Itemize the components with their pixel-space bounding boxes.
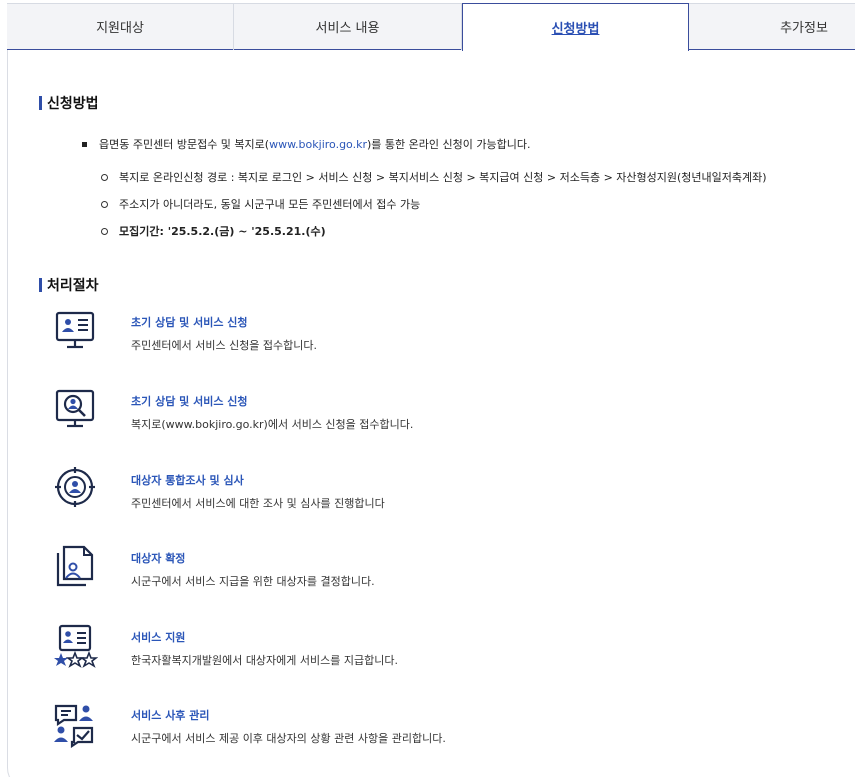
document-user-icon — [56, 545, 94, 587]
apply-sub-text: 주소지가 아니더라도, 동일 시군구내 모든 주민센터에서 접수 가능 — [119, 198, 421, 211]
process-step: 서비스 지원 한국자활복지개발원에서 대상자에게 서비스를 지급합니다. — [52, 624, 752, 674]
step-description: 시군구에서 서비스 지급을 위한 대상자를 결정합니다. — [131, 575, 375, 588]
section-title-text: 신청방법 — [47, 96, 99, 112]
step-description: 주민센터에서 서비스에 대한 조사 및 심사를 진행합니다 — [131, 497, 385, 510]
apply-sub-item: 복지로 온라인신청 경로 : 복지로 로그인 > 서비스 신청 > 복지서비스 … — [101, 169, 767, 185]
section-title-process: 처리절차 — [39, 275, 99, 295]
profile-rating-icon — [54, 624, 98, 668]
apply-main-text-before: 읍면동 주민센터 방문접수 및 복지로( — [99, 138, 270, 151]
process-step: 대상자 확정 시군구에서 서비스 지급을 위한 대상자를 결정합니다. — [52, 545, 752, 595]
step-title: 서비스 사후 관리 — [131, 709, 210, 722]
circle-bullet-icon — [101, 227, 108, 235]
tab-eligibility[interactable]: 지원대상 — [7, 3, 234, 50]
section-title-text: 처리절차 — [47, 278, 99, 294]
step-description: 주민센터에서 서비스 신청을 접수합니다. — [131, 339, 318, 352]
recruitment-period-text: 모집기간: '25.5.2.(금) ~ '25.5.21.(수) — [119, 225, 326, 238]
section-marker — [39, 96, 42, 110]
monitor-profile-icon — [55, 311, 95, 349]
section-title-apply: 신청방법 — [39, 93, 99, 113]
followup-manage-icon — [54, 704, 94, 748]
step-title: 대상자 확정 — [131, 552, 186, 565]
step-description: 복지로(www.bokjiro.go.kr)에서 서비스 신청을 접수합니다. — [131, 418, 414, 431]
target-user-icon — [55, 467, 95, 507]
step-title: 대상자 통합조사 및 심사 — [131, 474, 244, 487]
step-description: 한국자활복지개발원에서 대상자에게 서비스를 지급합니다. — [131, 654, 398, 667]
step-title: 초기 상담 및 서비스 신청 — [131, 316, 248, 329]
bokjiro-link[interactable]: www.bokjiro.go.kr — [269, 138, 367, 151]
process-step: 초기 상담 및 서비스 신청 주민센터에서 서비스 신청을 접수합니다. — [52, 309, 752, 359]
tab-service-content[interactable]: 서비스 내용 — [234, 3, 462, 50]
tab-how-to-apply[interactable]: 신청방법 — [462, 3, 689, 51]
tab-additional-info[interactable]: 추가정보 — [689, 3, 855, 50]
circle-bullet-icon — [101, 173, 108, 181]
monitor-search-user-icon — [55, 389, 95, 428]
square-bullet-icon — [82, 141, 87, 147]
apply-main-text-after: )를 통한 온라인 신청이 가능합니다. — [366, 138, 531, 151]
apply-sub-text: 복지로 온라인신청 경로 : 복지로 로그인 > 서비스 신청 > 복지서비스 … — [119, 171, 767, 184]
step-title: 서비스 지원 — [131, 631, 186, 644]
process-step: 서비스 사후 관리 시군구에서 서비스 제공 이후 대상자의 상황 관련 사항을… — [52, 702, 752, 752]
tab-bar: 지원대상 서비스 내용 신청방법 추가정보 — [7, 0, 855, 51]
step-description: 시군구에서 서비스 제공 이후 대상자의 상황 관련 사항을 관리합니다. — [131, 732, 446, 745]
apply-sub-item: 주소지가 아니더라도, 동일 시군구내 모든 주민센터에서 접수 가능 — [101, 196, 420, 212]
section-marker — [39, 278, 42, 292]
circle-bullet-icon — [101, 200, 108, 208]
step-title: 초기 상담 및 서비스 신청 — [131, 395, 248, 408]
apply-sub-item-period: 모집기간: '25.5.2.(금) ~ '25.5.21.(수) — [101, 223, 326, 239]
process-step: 초기 상담 및 서비스 신청 복지로(www.bokjiro.go.kr)에서 … — [52, 388, 752, 438]
process-step: 대상자 통합조사 및 심사 주민센터에서 서비스에 대한 조사 및 심사를 진행… — [52, 467, 752, 517]
apply-main-item: 읍면동 주민센터 방문접수 및 복지로(www.bokjiro.go.kr)를 … — [82, 136, 530, 152]
